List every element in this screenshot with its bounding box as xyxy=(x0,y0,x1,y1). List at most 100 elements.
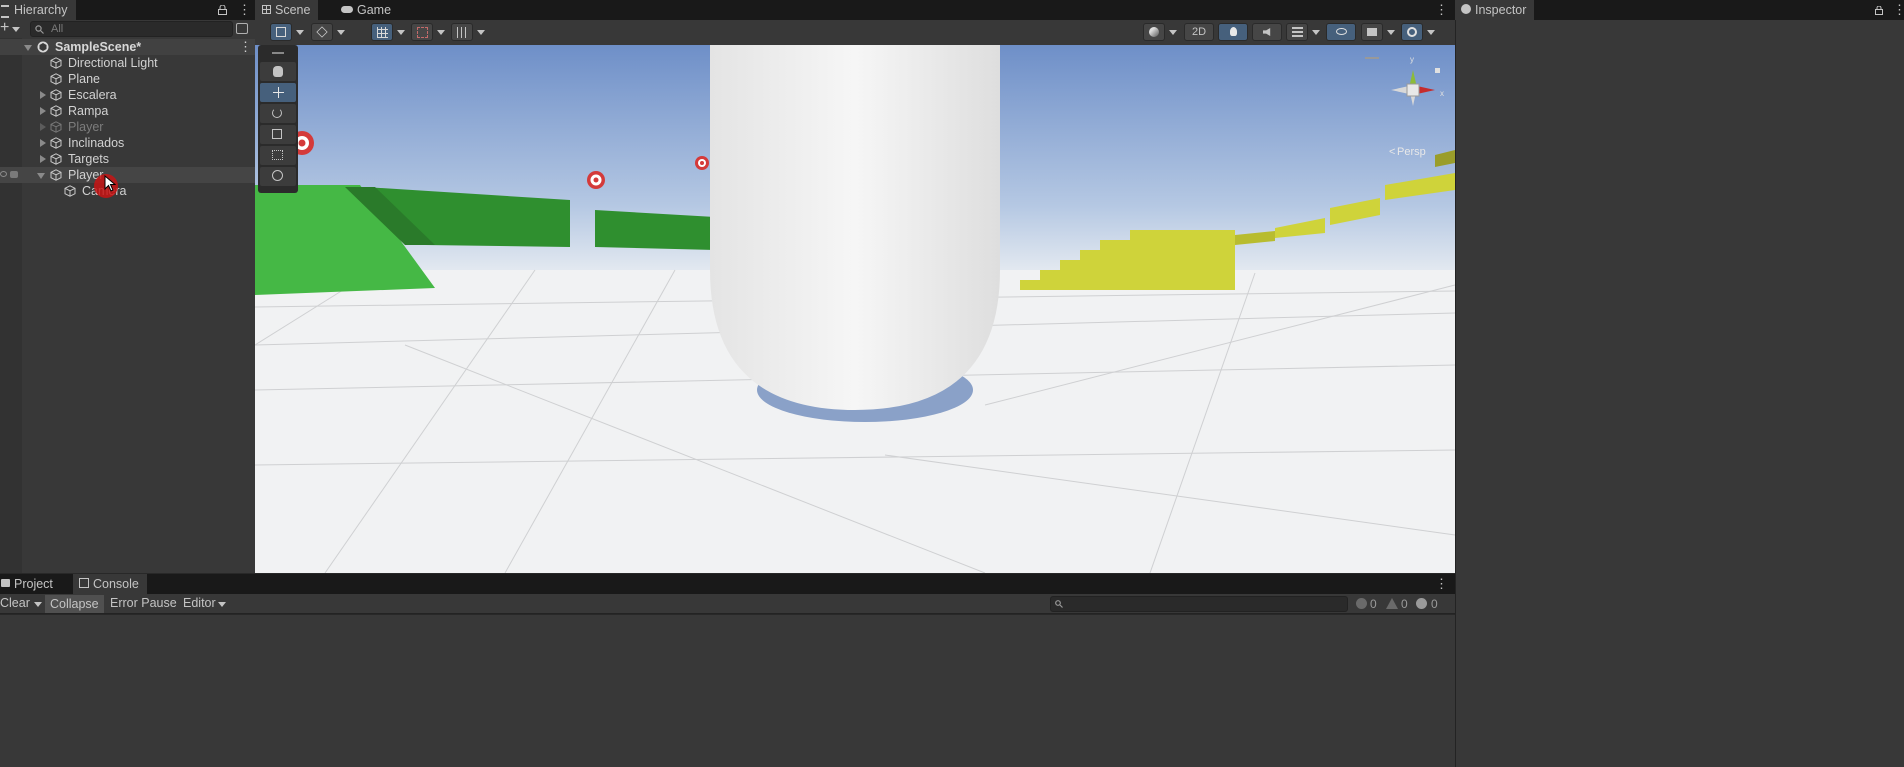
pickable-hand-icon[interactable] xyxy=(10,171,18,178)
scene-more-icon[interactable]: ⋮ xyxy=(239,39,252,55)
hand-tool-button[interactable] xyxy=(260,62,296,81)
rotate-tool-button[interactable] xyxy=(260,104,296,123)
scale-tool-button[interactable] xyxy=(260,125,296,144)
hierarchy-item-player[interactable]: Player xyxy=(0,167,255,183)
move-tool-button[interactable] xyxy=(260,83,296,102)
expand-arrow-icon[interactable] xyxy=(40,155,46,163)
hierarchy-item-plane[interactable]: Plane xyxy=(0,71,255,87)
visibility-eye-icon[interactable] xyxy=(0,171,7,177)
expand-arrow-icon[interactable] xyxy=(40,139,46,147)
expand-arrow-icon[interactable] xyxy=(40,123,46,131)
add-icon[interactable]: + xyxy=(0,19,9,37)
hierarchy-item-rampa[interactable]: Rampa xyxy=(0,103,255,119)
effects-dropdown-icon[interactable] xyxy=(1312,30,1320,35)
hierarchy-item-camera[interactable]: Camera xyxy=(0,183,255,199)
grid-visibility-dropdown-icon[interactable] xyxy=(477,30,485,35)
search-filter-icon[interactable] xyxy=(236,23,248,34)
hierarchy-item-inclinados[interactable]: Inclinados xyxy=(0,135,255,151)
inspector-more-icon[interactable]: ⋮ xyxy=(1893,3,1904,16)
item-label: Directional Light xyxy=(68,56,158,70)
collapse-arrow-icon[interactable] xyxy=(24,45,32,51)
editor-dropdown-icon[interactable] xyxy=(218,602,226,607)
add-dropdown-icon[interactable] xyxy=(12,27,20,32)
hierarchy-search-input[interactable]: All xyxy=(30,21,233,37)
grid-visibility-button[interactable] xyxy=(451,23,473,41)
error-pause-button[interactable]: Error Pause xyxy=(110,596,177,610)
tool-panel xyxy=(258,45,298,193)
camera-icon xyxy=(1367,28,1377,36)
console-more-icon[interactable]: ⋮ xyxy=(1435,577,1448,590)
warning-count-toggle[interactable]: 0 xyxy=(1384,596,1410,612)
gameobject-cube-icon xyxy=(50,121,62,133)
gameobject-cube-icon xyxy=(50,153,62,165)
log-count-toggle[interactable]: 0 xyxy=(1354,596,1380,612)
console-log-area[interactable] xyxy=(0,615,1455,767)
hierarchy-item-player-inactive[interactable]: Player xyxy=(0,119,255,135)
player-capsule xyxy=(710,45,1000,410)
rect-icon xyxy=(272,150,283,160)
lighting-button[interactable] xyxy=(1218,23,1248,41)
tab-console[interactable]: Console xyxy=(73,574,147,594)
tab-project[interactable]: Project xyxy=(0,574,61,594)
console-toolbar: Clear Collapse Error Pause Editor 0 0 0 xyxy=(0,594,1455,614)
more-options-icon[interactable]: ⋮ xyxy=(238,3,251,16)
render-mode-dropdown-icon[interactable] xyxy=(337,30,345,35)
draw-mode-dropdown-icon[interactable] xyxy=(296,30,304,35)
scene-orientation-gizmo[interactable]: y x Persp < xyxy=(1365,50,1445,170)
log-count: 0 xyxy=(1370,597,1377,611)
transform-tool-button[interactable] xyxy=(260,167,296,186)
audio-button[interactable] xyxy=(1252,23,1282,41)
hierarchy-scene-row[interactable]: SampleScene* ⋮ xyxy=(0,39,255,55)
clear-button[interactable]: Clear xyxy=(0,596,30,610)
scene-more-options-icon[interactable]: ⋮ xyxy=(1435,3,1448,16)
tab-hierarchy[interactable]: Hierarchy xyxy=(0,0,76,20)
collapse-arrow-icon[interactable] xyxy=(37,173,45,179)
error-count-toggle[interactable]: 0 xyxy=(1414,596,1442,612)
camera-dropdown-icon[interactable] xyxy=(1387,30,1395,35)
hierarchy-item-targets[interactable]: Targets xyxy=(0,151,255,167)
item-label: Rampa xyxy=(68,104,109,118)
search-icon xyxy=(1055,600,1063,608)
camera-settings-button[interactable] xyxy=(1361,23,1383,41)
hand-icon xyxy=(273,66,283,77)
collapse-button[interactable]: Collapse xyxy=(45,595,104,613)
shading-dropdown-icon[interactable] xyxy=(1169,30,1177,35)
hierarchy-item-directional-light[interactable]: Directional Light xyxy=(0,55,255,71)
grid-snap-button[interactable] xyxy=(371,23,393,41)
item-label: Escalera xyxy=(68,88,117,102)
expand-arrow-icon[interactable] xyxy=(40,91,46,99)
gizmos-dropdown-icon[interactable] xyxy=(1427,30,1435,35)
editor-dropdown[interactable]: Editor xyxy=(183,596,216,610)
console-search-input[interactable] xyxy=(1050,596,1348,612)
tab-game[interactable]: Game xyxy=(337,0,399,20)
tab-inspector[interactable]: Inspector xyxy=(1455,0,1535,20)
draw-mode-button[interactable] xyxy=(270,23,292,41)
scene-toolbar: 2D xyxy=(255,20,1455,45)
hidden-objects-button[interactable] xyxy=(1326,23,1356,41)
clear-dropdown-icon[interactable] xyxy=(34,602,42,607)
hierarchy-item-escalera[interactable]: Escalera xyxy=(0,87,255,103)
gizmo-lock-icon[interactable] xyxy=(1435,68,1440,73)
grid-dropdown-icon[interactable] xyxy=(397,30,405,35)
rect-tool-button[interactable] xyxy=(260,146,296,165)
shaded-icon xyxy=(276,27,286,37)
expand-arrow-icon[interactable] xyxy=(40,107,46,115)
shading-sphere-button[interactable] xyxy=(1143,23,1165,41)
mode-2d-button[interactable]: 2D xyxy=(1184,23,1214,41)
persp-label[interactable]: Persp xyxy=(1397,146,1426,158)
snap-dropdown-icon[interactable] xyxy=(437,30,445,35)
effects-button[interactable] xyxy=(1286,23,1308,41)
gamepad-icon xyxy=(341,6,353,13)
gameobject-cube-icon xyxy=(50,105,62,117)
lock-icon[interactable] xyxy=(218,4,227,15)
inspector-lock-icon[interactable] xyxy=(1875,4,1883,15)
unity-scene-icon xyxy=(37,41,49,53)
scene-viewport[interactable]: y x Persp < xyxy=(255,45,1455,573)
snap-increment-button[interactable] xyxy=(411,23,433,41)
search-icon xyxy=(35,25,44,34)
render-mode-button[interactable] xyxy=(311,23,333,41)
tab-scene[interactable]: Scene xyxy=(255,0,319,20)
gizmo-handle-icon xyxy=(1365,57,1379,59)
gameobject-cube-icon xyxy=(50,57,62,69)
gizmos-button[interactable] xyxy=(1401,23,1423,41)
